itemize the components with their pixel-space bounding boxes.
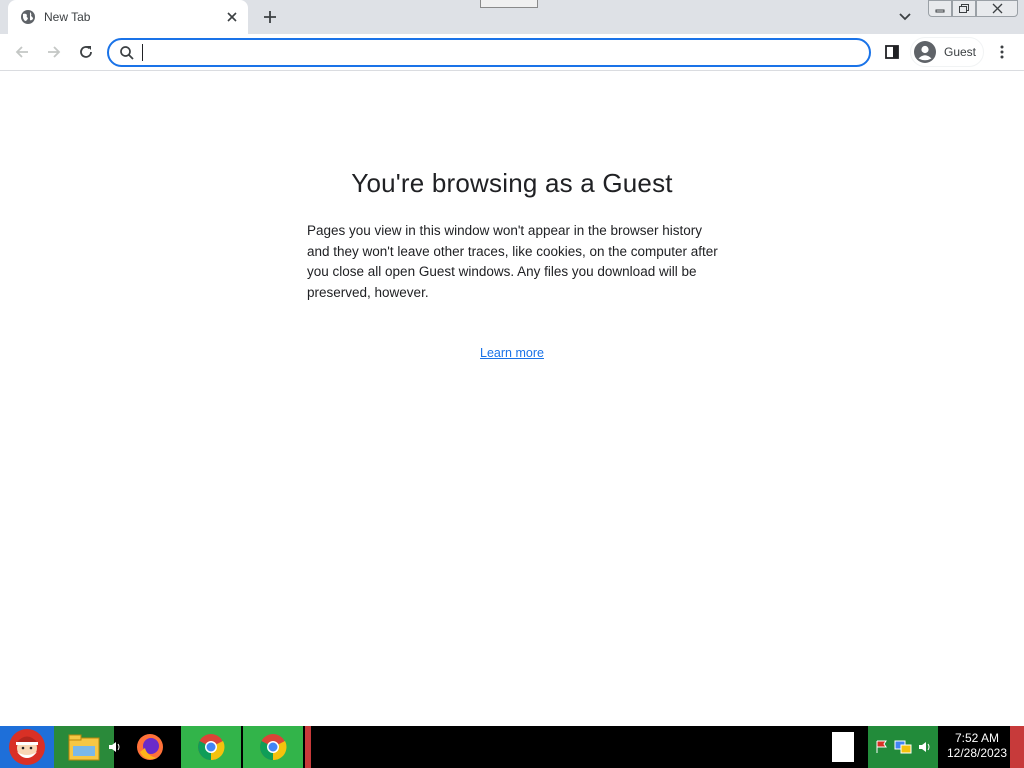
- taskbar-chrome-1[interactable]: [181, 726, 241, 768]
- tab-new-tab[interactable]: New Tab: [8, 0, 248, 34]
- minimize-icon: [935, 9, 945, 12]
- learn-more-link[interactable]: Learn more: [480, 346, 544, 360]
- clock-time: 7:52 AM: [954, 731, 1000, 745]
- arrow-right-icon: [48, 46, 61, 58]
- minimize-button[interactable]: [928, 0, 952, 17]
- start-button[interactable]: [0, 726, 54, 768]
- avatar-icon: [914, 41, 936, 63]
- taskbar-chrome-2[interactable]: [243, 726, 303, 768]
- back-button[interactable]: [10, 40, 34, 64]
- globe-icon: [21, 10, 35, 24]
- plus-icon: [264, 11, 276, 23]
- restore-icon: [959, 4, 969, 13]
- show-desktop-button[interactable]: [1010, 726, 1024, 768]
- taskbar-clock[interactable]: 7:52 AM 12/28/2023: [940, 731, 1014, 761]
- taskbar: 7:52 AM 12/28/2023: [0, 726, 1024, 768]
- reload-button[interactable]: [74, 40, 98, 64]
- taskbar-window-thumb[interactable]: [832, 732, 854, 762]
- taskbar-volume[interactable]: [104, 726, 126, 768]
- chrome-icon: [260, 734, 287, 761]
- speaker-icon: [109, 742, 120, 752]
- tray-volume-icon[interactable]: [918, 740, 932, 754]
- side-panel-icon: [885, 45, 899, 59]
- close-icon: [992, 3, 1002, 14]
- new-tab-button[interactable]: [258, 6, 282, 28]
- reload-icon: [80, 46, 92, 58]
- side-panel-button[interactable]: [880, 40, 904, 64]
- chrome-icon: [198, 734, 225, 761]
- profile-label: Guest: [944, 45, 977, 59]
- close-tab-icon[interactable]: [224, 9, 240, 25]
- more-vert-icon: [1000, 45, 1004, 59]
- tray-network-icon[interactable]: [894, 739, 912, 755]
- arrow-left-icon: [15, 46, 28, 58]
- guest-page: You're browsing as a Guest Pages you vie…: [0, 72, 1024, 726]
- clock-date: 12/28/2023: [946, 746, 1008, 760]
- tab-title: New Tab: [44, 10, 91, 24]
- chevron-down-icon: [899, 13, 911, 21]
- firefox-icon: [137, 734, 163, 760]
- system-tray: [868, 726, 938, 768]
- window-drag-handle[interactable]: [480, 0, 538, 8]
- guest-description: Pages you view in this window won't appe…: [307, 223, 718, 300]
- text-caret: [142, 44, 143, 61]
- learn-more-container: Learn more: [0, 346, 1024, 360]
- address-bar[interactable]: [107, 38, 871, 67]
- browser-menu-button[interactable]: [992, 40, 1012, 64]
- profile-button[interactable]: Guest: [910, 37, 984, 67]
- santa-start-icon: [9, 729, 45, 765]
- forward-button[interactable]: [42, 40, 66, 64]
- page-title: You're browsing as a Guest: [351, 168, 673, 198]
- browser-toolbar: Guest: [0, 34, 1024, 71]
- tab-search-button[interactable]: [894, 8, 916, 26]
- tray-flag-icon[interactable]: [874, 739, 890, 755]
- search-icon: [120, 46, 134, 60]
- close-window-button[interactable]: [976, 0, 1018, 17]
- tab-strip: New Tab: [0, 0, 1024, 34]
- folder-icon: [68, 734, 100, 761]
- address-input[interactable]: [141, 43, 841, 61]
- restore-button[interactable]: [952, 0, 976, 17]
- taskbar-firefox[interactable]: [128, 726, 172, 768]
- taskbar-separator: [305, 726, 311, 768]
